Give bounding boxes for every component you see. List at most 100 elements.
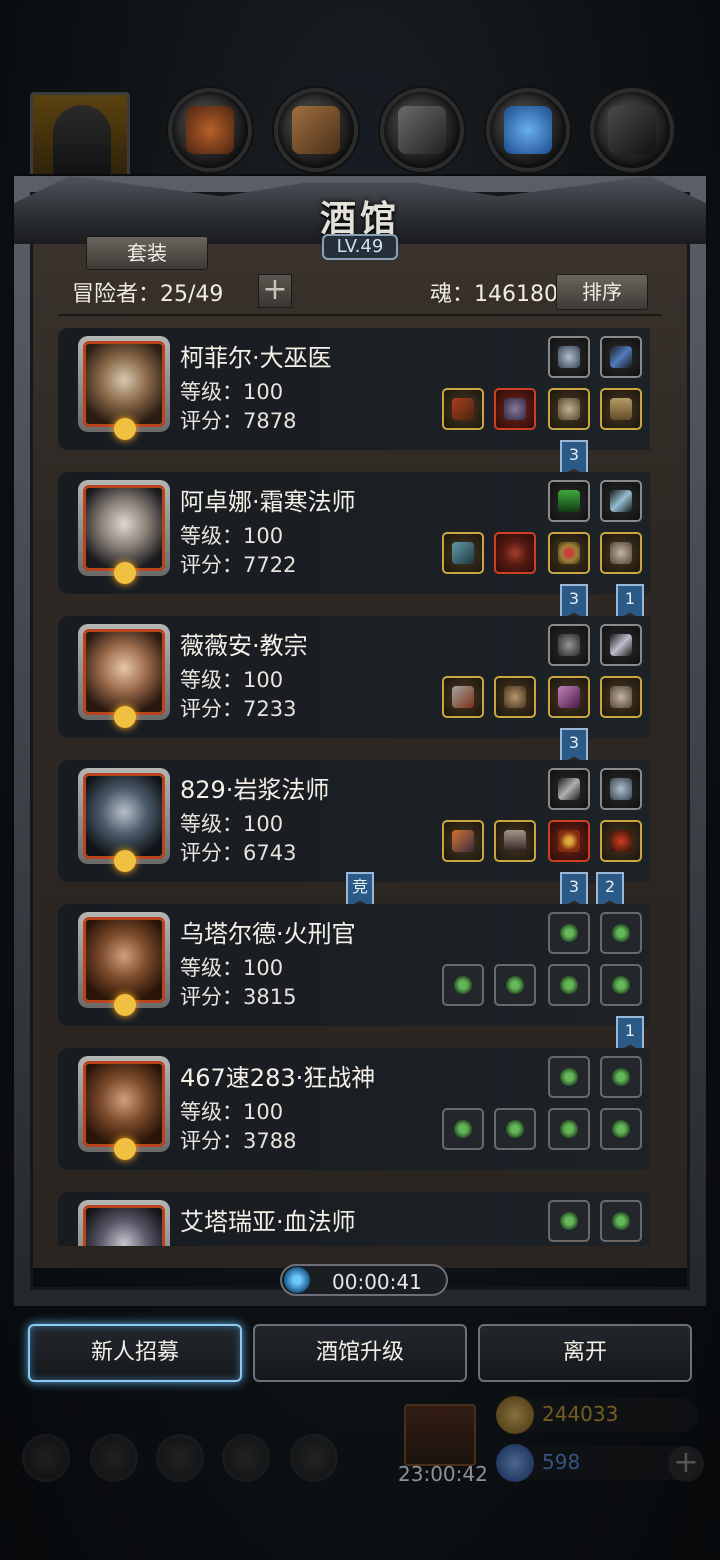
hero-score: 评分：6743 (180, 841, 297, 865)
ice-crystal-icon[interactable] (600, 480, 642, 522)
orb-icon[interactable] (548, 820, 590, 862)
ring-icon[interactable] (548, 532, 590, 574)
gift-box-icon[interactable] (404, 1404, 476, 1466)
hero-portrait[interactable] (78, 624, 170, 728)
hammer-icon[interactable] (442, 676, 484, 718)
hero-level: 等级：100 (180, 812, 284, 836)
armor-icon[interactable] (494, 532, 536, 574)
hero-level: 等级：100 (180, 668, 284, 692)
rune-star-icon[interactable] (548, 336, 590, 378)
upgrade-tavern-button[interactable]: 酒馆升级 (253, 1324, 467, 1382)
empty-weapon-slot-icon[interactable] (442, 964, 484, 1006)
social-icon[interactable] (290, 1434, 338, 1482)
hero-name: 829·岩浆法师 (180, 776, 330, 804)
empty-slot-icon[interactable] (548, 1200, 590, 1242)
fire-gem-icon[interactable] (600, 820, 642, 862)
empty-slot-icon[interactable] (600, 1056, 642, 1098)
gold-coin-icon (496, 1396, 534, 1434)
gift-timer: 23:00:42 (398, 1462, 488, 1486)
empty-slot-icon[interactable] (600, 1200, 642, 1242)
bow-icon[interactable] (600, 336, 642, 378)
rank-flag: 1 (616, 584, 644, 620)
gem-amount: 598 (542, 1450, 581, 1474)
ore-resource-icon[interactable] (590, 88, 674, 172)
leave-button[interactable]: 离开 (478, 1324, 692, 1382)
tavern-level-badge: LV.49 (322, 234, 398, 260)
hero-card[interactable]: 柯菲尔·大巫医 等级：100 评分：7878 (58, 328, 650, 450)
gauntlet-icon[interactable] (600, 532, 642, 574)
hero-name: 乌塔尔德·火刑官 (180, 920, 356, 948)
empty-slot-icon[interactable] (548, 1108, 590, 1150)
meat-resource-icon[interactable] (168, 88, 252, 172)
crystal-resource-icon[interactable] (486, 88, 570, 172)
fire-staff-icon[interactable] (442, 820, 484, 862)
rank-flag: 3 (560, 440, 588, 476)
hero-card[interactable]: 467速283·狂战神 等级：100 评分：3788 (58, 1048, 650, 1170)
hero-name: 柯菲尔·大巫医 (180, 344, 332, 372)
hero-portrait[interactable] (78, 912, 170, 1016)
add-slot-button[interactable]: + (258, 274, 292, 308)
achievement-icon[interactable] (90, 1434, 138, 1482)
staff-icon[interactable] (442, 388, 484, 430)
hero-level: 等级：100 (180, 524, 284, 548)
empty-slot-icon[interactable] (548, 964, 590, 1006)
empty-slot-icon[interactable] (600, 964, 642, 1006)
empty-weapon-slot-icon[interactable] (442, 1108, 484, 1150)
sort-button[interactable]: 排序 (556, 274, 648, 310)
hero-card[interactable]: 829·岩浆法师 等级：100 评分：6743 (58, 760, 650, 882)
recruit-button[interactable]: 新人招募 (28, 1324, 242, 1382)
hero-card[interactable]: 乌塔尔德·火刑官 等级：100 评分：3815 (58, 904, 650, 1026)
green-tome-icon[interactable] (548, 480, 590, 522)
feather-icon[interactable] (600, 624, 642, 666)
moon-icon (114, 994, 136, 1016)
hero-score: 评分：7233 (180, 697, 297, 721)
tavern-panel: 酒馆 LV.49 套装 冒险者：25/49 + 魂：146180 排序 柯菲尔·… (14, 176, 706, 1306)
rank-flag: 2 (596, 872, 624, 908)
inventory-icon[interactable] (156, 1434, 204, 1482)
clock-icon (284, 1267, 310, 1293)
frost-staff-icon[interactable] (442, 532, 484, 574)
hero-portrait[interactable] (78, 336, 170, 440)
set-tab-button[interactable]: 套装 (86, 236, 208, 270)
robe-icon[interactable] (494, 676, 536, 718)
mail-icon[interactable] (222, 1434, 270, 1482)
add-gems-plus-icon[interactable]: + (668, 1446, 704, 1482)
moon-icon (114, 850, 136, 872)
dagger-icon[interactable] (548, 768, 590, 810)
hero-card[interactable]: 艾塔瑞亚·血法师 (58, 1192, 650, 1246)
rune-star-icon[interactable] (600, 768, 642, 810)
moon-icon (114, 418, 136, 440)
skull-mask-icon[interactable] (548, 388, 590, 430)
arena-flag: 竞 (346, 872, 374, 908)
empty-armor-slot-icon[interactable] (494, 1108, 536, 1150)
scroll-icon[interactable] (600, 388, 642, 430)
soul-count: 魂：146180 (430, 282, 558, 307)
mask-icon[interactable] (548, 624, 590, 666)
empty-slot-icon[interactable] (548, 1056, 590, 1098)
helmet-icon[interactable] (494, 388, 536, 430)
hero-portrait[interactable] (78, 480, 170, 584)
glove-icon[interactable] (600, 676, 642, 718)
hero-score: 评分：3788 (180, 1129, 297, 1153)
empty-slot-icon[interactable] (600, 1108, 642, 1150)
hero-portrait[interactable] (78, 1056, 170, 1160)
spellbook-icon[interactable] (548, 676, 590, 718)
empty-slot-icon[interactable] (548, 912, 590, 954)
hero-list[interactable]: 柯菲尔·大巫医 等级：100 评分：7878 3 阿卓娜·霜寒法师 等级：100… (58, 326, 662, 1246)
rank-flag: 3 (560, 728, 588, 764)
settings-gear-icon[interactable] (22, 1434, 70, 1482)
hero-portrait[interactable] (78, 1200, 170, 1246)
hero-name: 艾塔瑞亚·血法师 (180, 1208, 356, 1236)
hero-name: 467速283·狂战神 (180, 1064, 376, 1092)
moon-icon (114, 1138, 136, 1160)
hero-card[interactable]: 阿卓娜·霜寒法师 等级：100 评分：7722 (58, 472, 650, 594)
hero-level: 等级：100 (180, 380, 284, 404)
wood-resource-icon[interactable] (274, 88, 358, 172)
cloak-icon[interactable] (494, 820, 536, 862)
iron-resource-icon[interactable] (380, 88, 464, 172)
empty-slot-icon[interactable] (600, 912, 642, 954)
hero-name: 薇薇安·教宗 (180, 632, 308, 660)
hero-card[interactable]: 薇薇安·教宗 等级：100 评分：7233 (58, 616, 650, 738)
empty-armor-slot-icon[interactable] (494, 964, 536, 1006)
hero-portrait[interactable] (78, 768, 170, 872)
